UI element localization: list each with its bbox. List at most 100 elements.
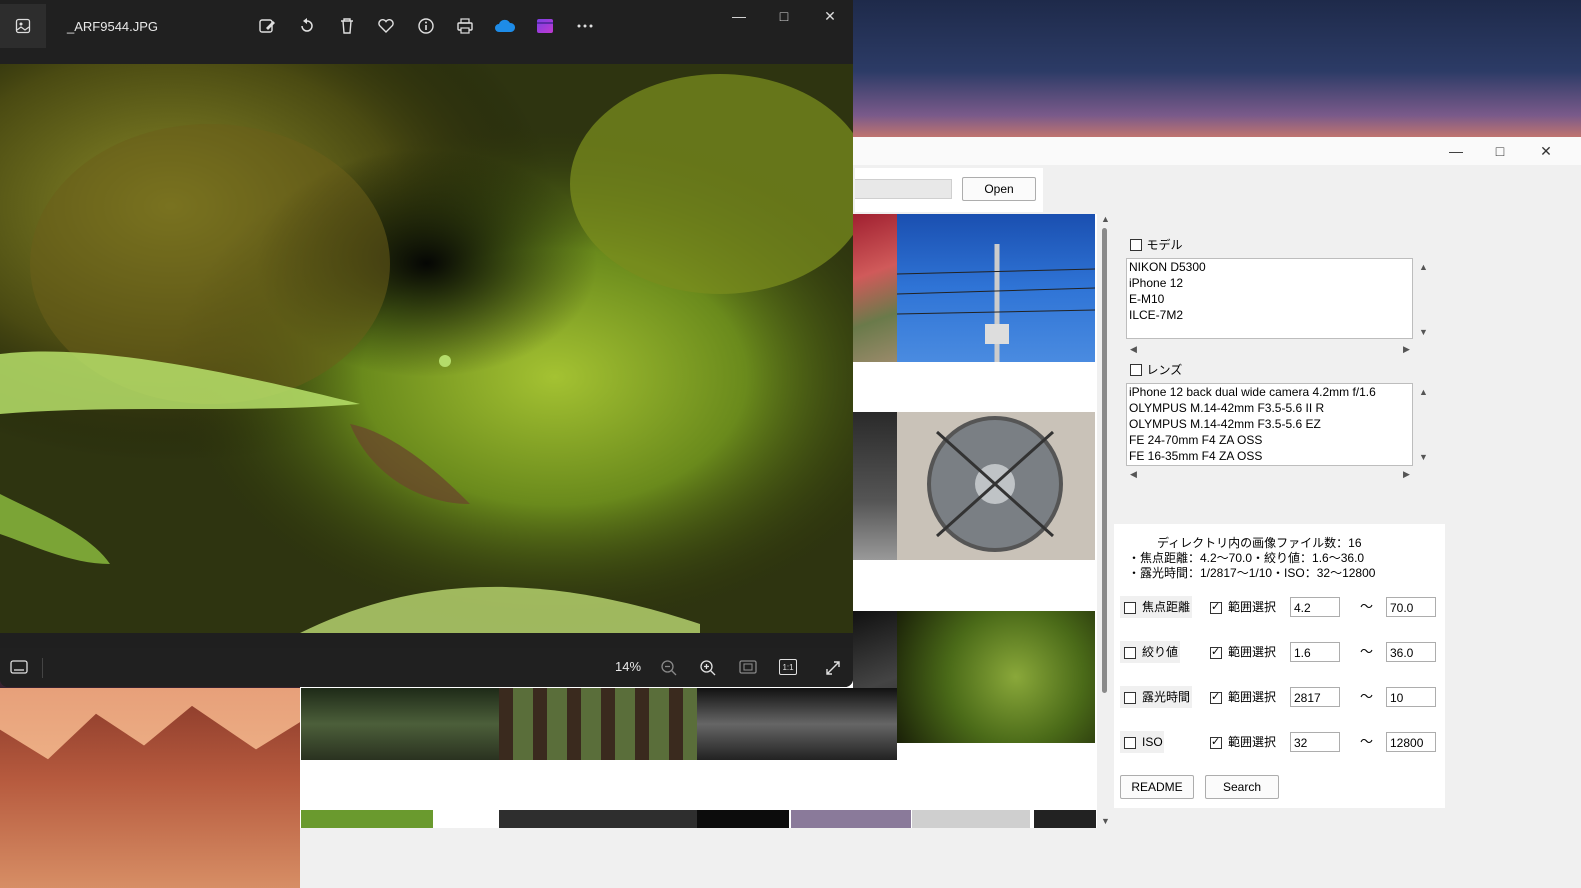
rotate-icon[interactable] [294,13,320,39]
actual-size-icon[interactable]: 1:1 [779,659,797,675]
focal-length-checkbox[interactable] [1124,601,1136,614]
iso-min-field[interactable]: 32 [1290,732,1340,752]
thumbnail-image[interactable] [499,688,697,760]
scroll-left-icon[interactable]: ◀ [1130,469,1137,480]
fit-to-window-icon[interactable] [739,659,757,680]
photo-viewer-window: _ARF9544.JPG — □ ✕ 14% 1:1 [0,0,853,687]
thumbnail-image[interactable] [697,810,789,828]
list-item[interactable]: E-M10 [1127,291,1412,307]
thumbnail-image[interactable] [896,214,1096,362]
zoom-in-icon[interactable] [699,659,717,682]
scroll-up-icon[interactable]: ▲ [1101,214,1110,224]
iso-checkbox[interactable] [1124,736,1136,749]
list-item[interactable]: iPhone 12 [1127,275,1412,291]
model-listbox[interactable]: NIKON D5300 iPhone 12 E-M10 ILCE-7M2 [1126,258,1413,339]
thumbnail-image[interactable] [301,810,433,828]
scroll-right-icon[interactable]: ▶ [1403,344,1410,355]
thumbnail-image[interactable] [791,810,911,828]
thumbnail-image[interactable] [301,688,499,760]
minimize-button[interactable]: — [1436,141,1476,161]
iso-filter[interactable]: ISO [1120,731,1164,753]
iso-label: ISO [1142,735,1163,749]
aperture-min-field[interactable]: 1.6 [1290,642,1340,662]
list-item[interactable]: FE 24-70mm F4 ZA OSS [1127,432,1412,448]
range-checkbox[interactable] [1210,736,1222,749]
thumbnail-image[interactable] [697,688,897,760]
viewer-minimize-button[interactable]: — [724,8,754,28]
gallery-scrollbar[interactable]: ▲ ▼ [1099,214,1111,828]
thumbnail-image[interactable] [1034,810,1096,828]
list-item[interactable]: OLYMPUS M.14-42mm F3.5-5.6 II R [1127,400,1412,416]
info-icon[interactable] [413,13,439,39]
scroll-down-icon[interactable]: ▼ [1419,452,1428,462]
range-separator: 〜 [1360,599,1374,614]
scroll-left-icon[interactable]: ◀ [1130,344,1137,355]
thumbnail-image[interactable] [853,412,897,560]
thumbnail-image[interactable] [897,611,1095,743]
list-item[interactable]: NIKON D5300 [1127,259,1412,275]
thumbnail-image[interactable] [912,810,1030,828]
focal-range-toggle[interactable]: 範囲選択 [1210,596,1276,618]
main-photo[interactable] [0,64,853,633]
aperture-label: 絞り値 [1142,645,1179,659]
zoom-out-icon[interactable] [660,659,678,682]
scroll-up-icon[interactable]: ▲ [1419,387,1428,397]
exposure-range-toggle[interactable]: 範囲選択 [1210,686,1276,708]
list-item[interactable]: OLYMPUS M.14-42mm F3.5-5.6 EZ [1127,416,1412,432]
lens-listbox[interactable]: iPhone 12 back dual wide camera 4.2mm f/… [1126,383,1413,466]
aperture-range-toggle[interactable]: 範囲選択 [1210,641,1276,663]
scroll-down-icon[interactable]: ▼ [1419,327,1428,337]
scroll-down-icon[interactable]: ▼ [1101,816,1110,826]
iso-range-toggle[interactable]: 範囲選択 [1210,731,1276,753]
photos-app-icon[interactable] [0,4,46,48]
lens-filter[interactable]: レンズ [1130,361,1182,379]
iso-max-field[interactable]: 12800 [1386,732,1436,752]
model-checkbox[interactable] [1130,238,1142,251]
scroll-right-icon[interactable]: ▶ [1403,469,1410,480]
range-checkbox[interactable] [1210,601,1222,614]
range-checkbox[interactable] [1210,646,1222,659]
range-label: 範囲選択 [1228,735,1277,749]
aperture-filter[interactable]: 絞り値 [1120,641,1180,663]
maximize-button[interactable]: □ [1480,141,1520,161]
exposure-checkbox[interactable] [1124,691,1136,704]
aperture-checkbox[interactable] [1124,646,1136,659]
favorite-icon[interactable] [373,13,399,39]
exposure-min-field[interactable]: 2817 [1290,687,1340,707]
lens-checkbox[interactable] [1130,363,1142,376]
model-filter[interactable]: モデル [1130,236,1182,254]
edit-icon[interactable] [254,13,280,39]
aperture-max-field[interactable]: 36.0 [1386,642,1436,662]
more-icon[interactable] [572,13,598,39]
scrollbar-thumb[interactable] [1102,228,1107,693]
close-button[interactable]: ✕ [1526,141,1566,161]
thumbnail-image[interactable] [897,412,1095,560]
thumbnail-image[interactable] [853,214,897,362]
range-summary-text: ・露光時間：1/2817〜1/10・ISO：32〜12800 [1128,566,1376,580]
range-checkbox[interactable] [1210,691,1222,704]
focal-min-field[interactable]: 4.2 [1290,597,1340,617]
open-button[interactable]: Open [962,177,1036,201]
exposure-filter[interactable]: 露光時間 [1120,686,1192,708]
search-panel: ディレクトリ内の画像ファイル数：16 ・焦点距離：4.2〜70.0・絞り値：1.… [1114,524,1445,808]
focal-max-field[interactable]: 70.0 [1386,597,1436,617]
search-button[interactable]: Search [1205,775,1279,799]
list-item[interactable]: FE 16-35mm F4 ZA OSS [1127,448,1412,464]
exposure-max-field[interactable]: 10 [1386,687,1436,707]
onedrive-icon[interactable] [492,13,518,39]
filmstrip-icon[interactable] [10,659,28,680]
clipchamp-icon[interactable] [532,13,558,39]
directory-path-input[interactable] [855,179,952,199]
viewer-maximize-button[interactable]: □ [769,8,799,28]
readme-button[interactable]: README [1120,775,1194,799]
scroll-up-icon[interactable]: ▲ [1419,262,1428,272]
list-item[interactable]: ILCE-7M2 [1127,307,1412,323]
list-item[interactable]: iPhone 12 back dual wide camera 4.2mm f/… [1127,384,1412,400]
zoom-level[interactable]: 14% [615,659,641,674]
print-icon[interactable] [452,13,478,39]
thumbnail-image[interactable] [499,810,697,828]
focal-length-filter[interactable]: 焦点距離 [1120,596,1192,618]
delete-icon[interactable] [334,13,360,39]
fullscreen-icon[interactable] [824,659,842,682]
viewer-close-button[interactable]: ✕ [815,8,845,28]
